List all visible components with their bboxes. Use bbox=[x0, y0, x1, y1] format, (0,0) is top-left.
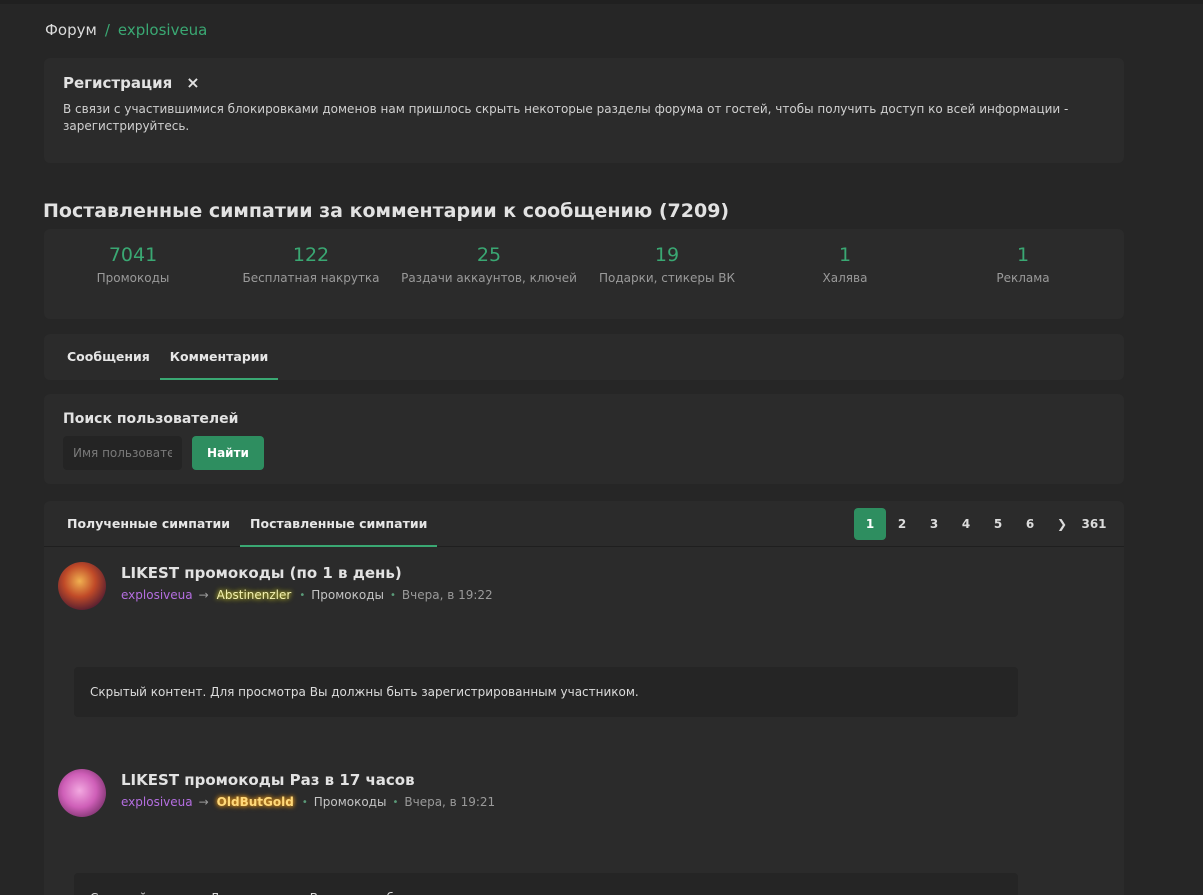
stats-bar: 7041 Промокоды 122 Бесплатная накрутка 2… bbox=[44, 229, 1124, 319]
stat-ads[interactable]: 1 Реклама bbox=[934, 229, 1112, 319]
search-button[interactable]: Найти bbox=[192, 436, 264, 470]
tab-given-likes[interactable]: Поставленные симпатии bbox=[240, 501, 438, 547]
tab-messages[interactable]: Сообщения bbox=[57, 334, 160, 380]
meta-separator: • bbox=[299, 589, 306, 601]
item-date: Вчера, в 19:21 bbox=[404, 795, 496, 809]
search-title: Поиск пользователей bbox=[63, 411, 239, 427]
page-6[interactable]: 6 bbox=[1014, 508, 1046, 540]
breadcrumb-forum-link[interactable]: Форум bbox=[45, 21, 97, 39]
stat-value: 1 bbox=[838, 244, 852, 266]
recipient-link[interactable]: OldButGold bbox=[215, 795, 296, 809]
top-bar bbox=[0, 0, 1203, 4]
notice-header: Регистрация × bbox=[63, 74, 1105, 92]
page-2[interactable]: 2 bbox=[886, 508, 918, 540]
recipient-link[interactable]: Abstinenzler bbox=[215, 588, 294, 602]
notice-text: В связи с участившимися блокировками дом… bbox=[63, 102, 1069, 133]
breadcrumb: Форум / explosiveua bbox=[45, 21, 207, 39]
content-type-tabs: Сообщения Комментарии bbox=[44, 334, 1124, 380]
page-1[interactable]: 1 bbox=[854, 508, 886, 540]
page-title: Поставленные симпатии за комментарии к с… bbox=[43, 200, 730, 222]
stat-label: Бесплатная накрутка bbox=[242, 271, 380, 285]
stat-label: Раздачи аккаунтов, ключей bbox=[401, 271, 577, 285]
category-link[interactable]: Промокоды bbox=[314, 795, 387, 809]
pagination: 1 2 3 4 5 6 ❯ 361 bbox=[854, 508, 1110, 540]
stat-value: 122 bbox=[292, 244, 330, 266]
stat-gifts-stickers[interactable]: 19 Подарки, стикеры ВК bbox=[578, 229, 756, 319]
category-link[interactable]: Промокоды bbox=[311, 588, 384, 602]
breadcrumb-current[interactable]: explosiveua bbox=[118, 21, 208, 39]
page-3[interactable]: 3 bbox=[918, 508, 950, 540]
author-link[interactable]: explosiveua bbox=[121, 588, 193, 602]
arrow-right-icon: → bbox=[198, 588, 209, 602]
meta-separator: • bbox=[392, 796, 399, 808]
page-4[interactable]: 4 bbox=[950, 508, 982, 540]
tab-comments[interactable]: Комментарии bbox=[159, 334, 279, 380]
stat-label: Реклама bbox=[996, 271, 1050, 285]
item-meta: explosiveua → OldButGold • Промокоды • В… bbox=[121, 795, 495, 809]
stat-value: 1 bbox=[1016, 244, 1030, 266]
chevron-right-icon[interactable]: ❯ bbox=[1046, 508, 1078, 540]
stat-freebies[interactable]: 1 Халява bbox=[756, 229, 934, 319]
likes-list: Полученные симпатии Поставленные симпати… bbox=[44, 501, 1124, 895]
hidden-content-notice: Скрытый контент. Для просмотра Вы должны… bbox=[74, 667, 1018, 717]
stat-label: Халява bbox=[822, 271, 868, 285]
item-meta: explosiveua → Abstinenzler • Промокоды •… bbox=[121, 588, 493, 602]
registration-notice: Регистрация × В связи с участившимися бл… bbox=[44, 58, 1124, 163]
breadcrumb-separator: / bbox=[104, 21, 110, 39]
avatar[interactable] bbox=[58, 562, 106, 610]
author-link[interactable]: explosiveua bbox=[121, 795, 193, 809]
tab-received-likes[interactable]: Полученные симпатии bbox=[57, 501, 240, 547]
item-title[interactable]: LIKEST промокоды (по 1 в день) bbox=[121, 564, 402, 582]
stat-promocodes[interactable]: 7041 Промокоды bbox=[44, 229, 222, 319]
stat-account-giveaways[interactable]: 25 Раздачи аккаунтов, ключей bbox=[400, 229, 578, 319]
stat-label: Промокоды bbox=[96, 271, 170, 285]
arrow-right-icon: → bbox=[198, 795, 209, 809]
stat-value: 19 bbox=[654, 244, 680, 266]
meta-separator: • bbox=[390, 589, 396, 601]
page-last[interactable]: 361 bbox=[1078, 508, 1110, 540]
user-search-panel: Поиск пользователей Найти bbox=[44, 394, 1124, 484]
search-row: Найти bbox=[63, 436, 1105, 470]
avatar[interactable] bbox=[58, 769, 106, 817]
username-search-input[interactable] bbox=[63, 436, 182, 470]
stat-value: 25 bbox=[476, 244, 502, 266]
stat-label: Подарки, стикеры ВК bbox=[599, 271, 735, 285]
meta-separator: • bbox=[301, 796, 308, 808]
hidden-content-notice: Скрытый контент. Для просмотра Вы должны… bbox=[74, 873, 1018, 895]
item-date: Вчера, в 19:22 bbox=[401, 588, 493, 602]
item-title[interactable]: LIKEST промокоды Раз в 17 часов bbox=[121, 771, 415, 789]
page-5[interactable]: 5 bbox=[982, 508, 1014, 540]
notice-title: Регистрация bbox=[63, 74, 173, 92]
stat-free-boost[interactable]: 122 Бесплатная накрутка bbox=[222, 229, 400, 319]
close-icon[interactable]: × bbox=[186, 75, 199, 91]
stat-value: 7041 bbox=[108, 244, 158, 266]
